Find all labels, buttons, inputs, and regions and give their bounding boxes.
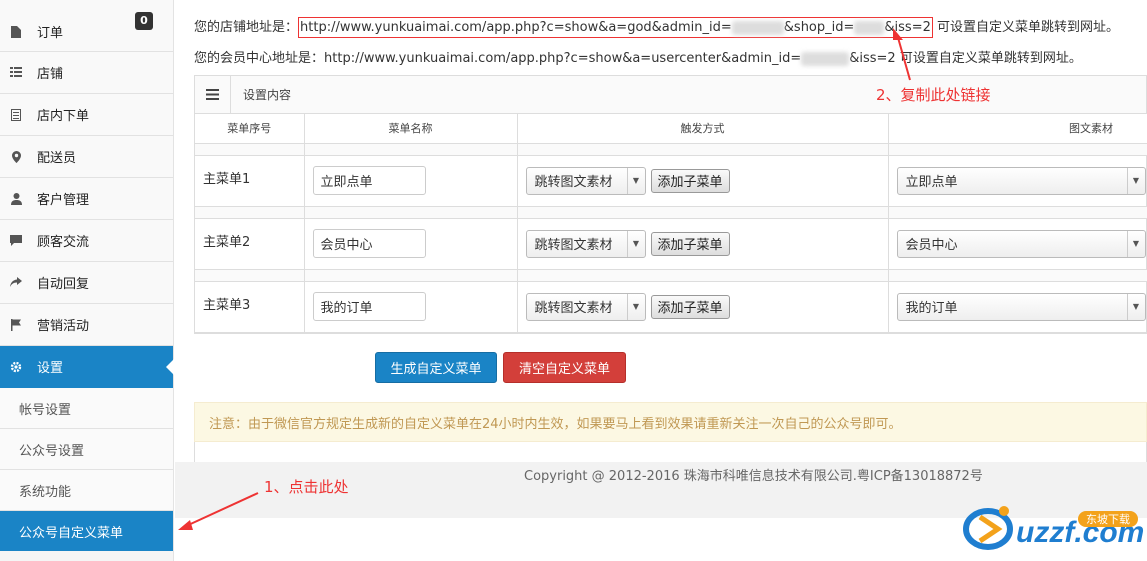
watermark-tag: 东坡下载 <box>1086 513 1130 526</box>
annotation-step2: 2、复制此处链接 <box>876 86 991 104</box>
arrow-to-menu <box>178 492 259 530</box>
watermark-logo: uzzf.com 东坡下载 <box>960 497 1145 557</box>
arrow-to-url <box>893 28 911 81</box>
annotation-step1: 1、点击此处 <box>264 478 349 496</box>
